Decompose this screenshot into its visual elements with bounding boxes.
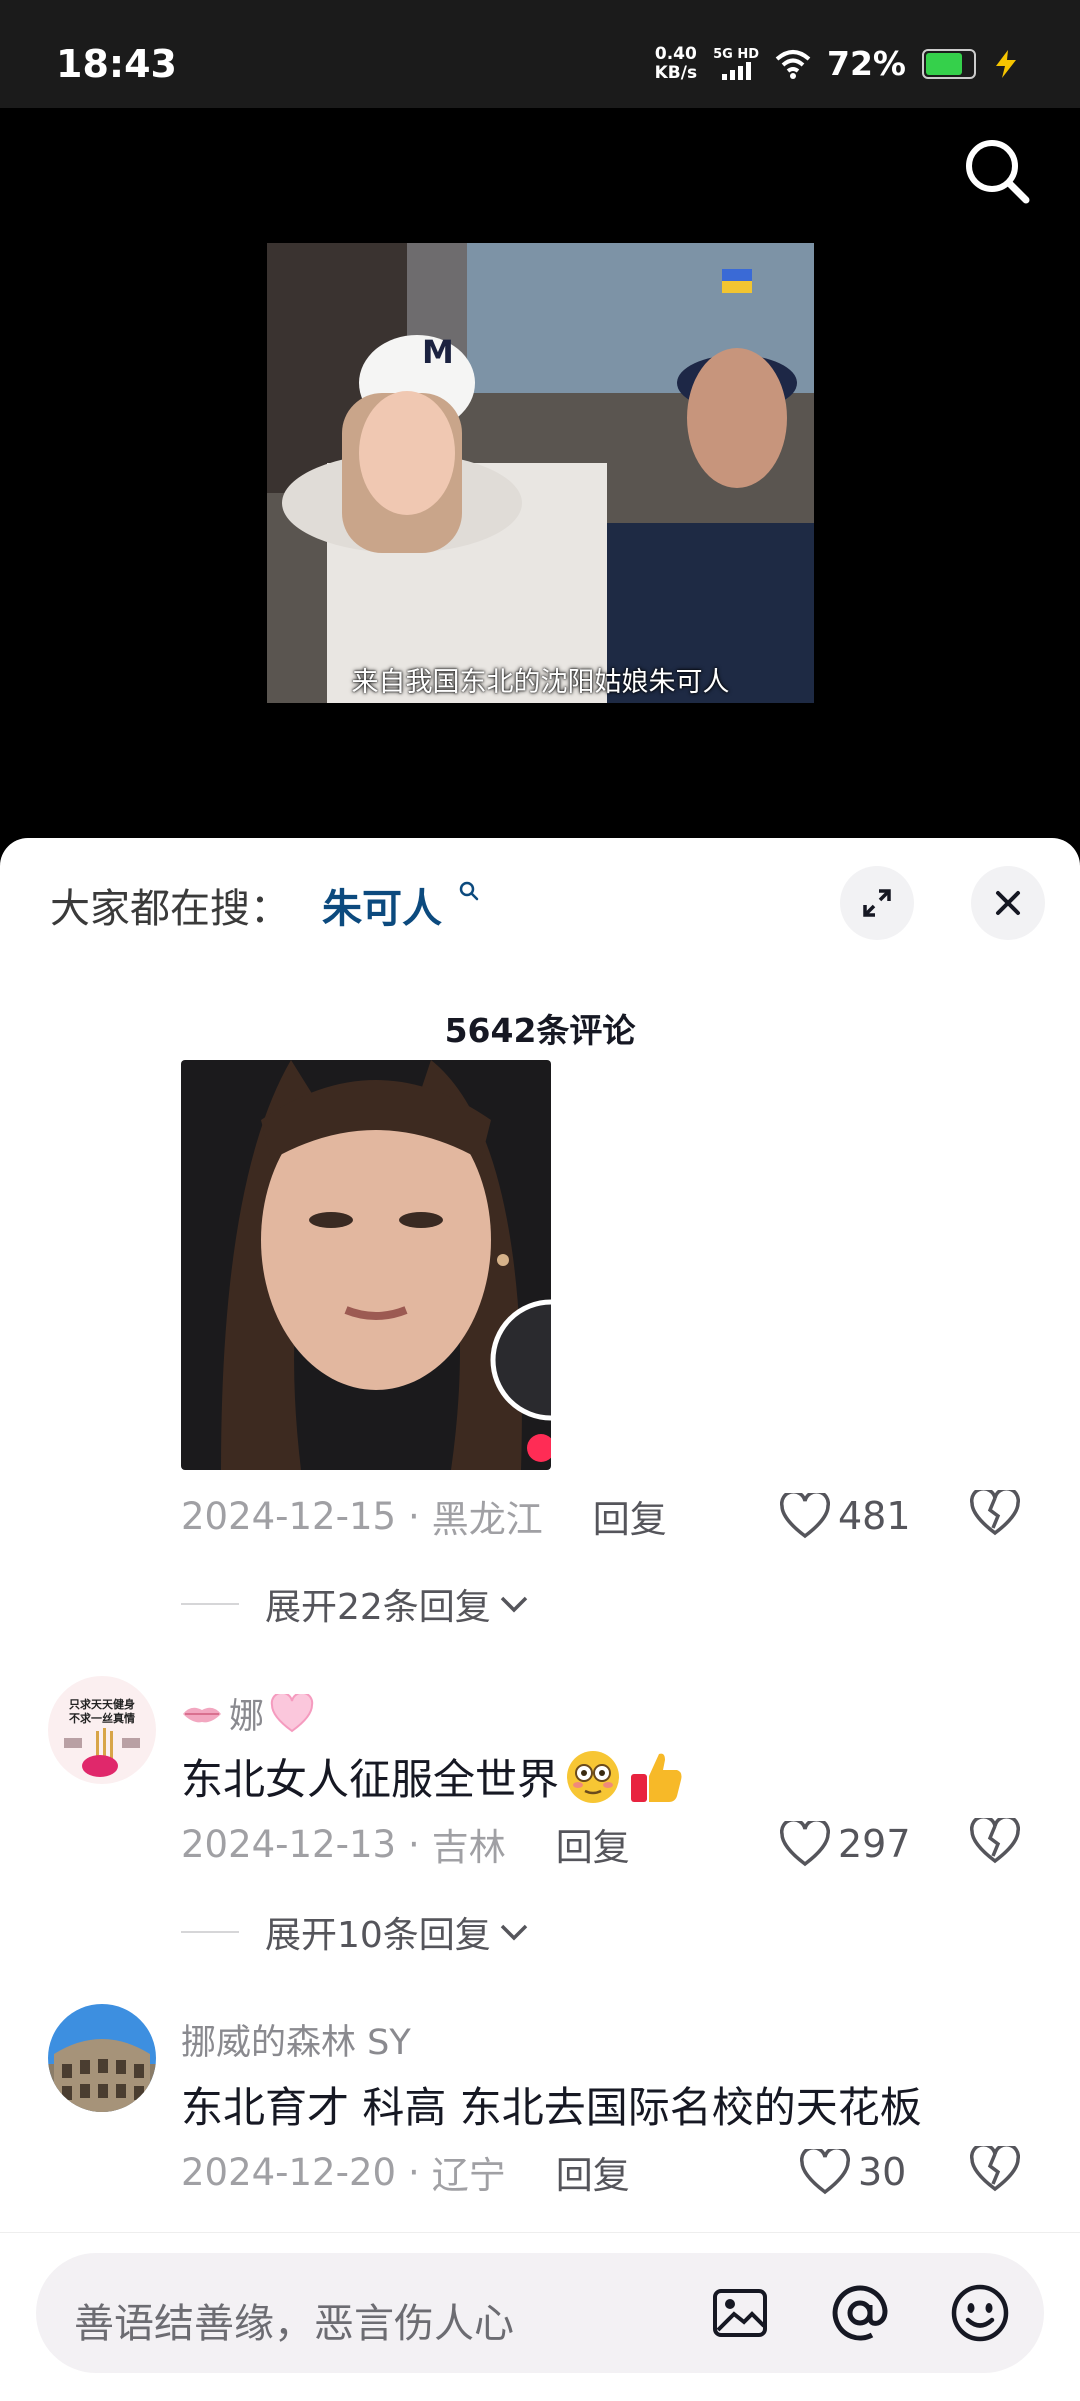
comment-body: 东北育才 科高 东北去国际名校的天花板 [181,2083,922,2132]
like-count: 481 [838,1494,911,1538]
reply-button[interactable]: 回复 [556,1817,630,1871]
search-icon [459,881,479,901]
hot-search-link[interactable]: 朱可人 [322,876,442,934]
at-sign-icon [832,2285,888,2341]
broken-heart-icon [969,1487,1021,1536]
comment-date: 2024-12-15 [181,1494,397,1538]
dislike-button[interactable] [969,1487,1021,1540]
avatar-image: 只求天天健身 不求一丝真情 [48,1676,156,1784]
lips-icon [183,1707,221,1722]
comment-body: 东北女人征服全世界 [181,1755,560,1804]
smiley-icon [951,2284,1009,2342]
comment-location: 黑龙江 [431,1498,543,1541]
video-subtitle: 来自我国东北的沈阳姑娘朱可人 [351,667,730,698]
username-text: 挪威的森林 SY [181,2023,411,2063]
network-speed-value: 0.40 [654,43,697,64]
comment-meta: 2024-12-15 · 黑龙江 回复 [181,1486,667,1546]
reply-button[interactable]: 回复 [593,1489,667,1543]
comment-text: 东北女人征服全世界 [181,1746,685,1807]
comment-username[interactable]: 挪威的森林 SY [181,2014,411,2065]
like-button[interactable]: 481 [780,1486,911,1546]
network-speed-unit: KB/s [654,62,698,83]
comment-text: 东北育才 科高 东北去国际名校的天花板 [181,2074,922,2135]
dislike-button[interactable] [969,1815,1021,1868]
avatar[interactable]: 只求天天健身 不求一丝真情 [48,1676,156,1784]
broken-heart-icon [969,2143,1021,2192]
search-icon [966,140,1030,204]
comment-meta: 2024-12-20 · 辽宁 回复 [181,2142,630,2202]
comment-input-bar: 善语结善缘，恶言伤人心 [0,2232,1080,2401]
avatar-text: 只求天天健身 [69,1697,135,1711]
network-type: 5G HD [713,47,759,62]
expand-replies-label: 展开10条回复 [265,1915,491,1956]
wifi-icon [775,49,811,79]
comment-panel: 大家都在搜： 朱可人 5642条评论 2024-12-15 · 黑龙江 回复 4… [0,838,1080,2400]
dislike-button[interactable] [969,2143,1021,2196]
broken-heart-icon [969,1815,1021,1864]
network-speed: 0.40 KB/s [654,43,698,83]
comment-count: 5642条评论 [444,1011,636,1050]
video-player[interactable]: M 来自我国东北的沈阳姑娘朱可人 [0,108,1080,838]
comment-location: 吉林 [431,1826,506,1869]
comment-image[interactable] [181,1060,551,1470]
battery-percent: 72% [827,44,906,83]
avatar-image [48,2004,156,2112]
comment-meta: 2024-12-13 · 吉林 回复 [181,1814,630,1874]
comment-photo [181,1060,551,1470]
comment-input[interactable]: 善语结善缘，恶言伤人心 [36,2253,1044,2373]
expand-icon [863,889,891,917]
like-button[interactable]: 297 [780,1814,911,1874]
close-button[interactable] [971,866,1045,940]
comment-date: 2024-12-20 [181,2150,397,2194]
like-count: 30 [858,2150,907,2194]
status-time: 18:43 [56,42,177,86]
chevron-down-icon [500,1596,528,1613]
status-indicators: 0.40 KB/s 5G HD 72% [655,44,1020,83]
comment-username[interactable]: 娜 [181,1688,314,1739]
expand-replies-button[interactable]: 展开22条回复 [181,1578,531,1630]
flushed-face-emoji-icon [567,1750,620,1803]
svg-text:M: M [422,333,454,371]
status-bar: 18:43 0.40 KB/s 5G HD 72% [0,0,1080,108]
battery-icon [922,48,976,79]
comment-location: 辽宁 [431,2154,506,2197]
heart-icon [270,1693,314,1732]
expand-replies-button[interactable]: 展开10条回复 [181,1906,531,1958]
like-button[interactable]: 30 [800,2142,906,2202]
search-button[interactable] [952,126,1042,216]
avatar-text: 不求一丝真情 [69,1711,135,1725]
heart-icon [800,2149,850,2195]
mention-button[interactable] [830,2283,890,2343]
username-text: 娜 [229,1697,265,1737]
heart-icon [780,1493,830,1539]
video-frame[interactable]: M 来自我国东北的沈阳姑娘朱可人 [267,243,814,703]
heart-icon [780,1821,830,1867]
expand-replies-label: 展开22条回复 [265,1587,491,1628]
like-count: 297 [838,1822,911,1866]
comment-date: 2024-12-13 [181,1822,397,1866]
avatar[interactable] [48,2004,156,2112]
fullscreen-button[interactable] [840,866,914,940]
chevron-down-icon [500,1924,528,1941]
reply-button[interactable]: 回复 [556,2145,630,2199]
cellular-signal-icon: 5G HD [713,47,759,80]
hot-search-prefix: 大家都在搜： [50,886,290,932]
emoji-button[interactable] [950,2283,1010,2343]
thumbs-up-emoji-icon [631,1753,682,1802]
charging-icon [996,49,1016,78]
close-icon [996,891,1020,915]
comment-input-placeholder: 善语结善缘，恶言伤人心 [74,2301,514,2347]
video-thumbnail-image: M [267,243,814,703]
image-icon [713,2289,767,2337]
panel-header: 大家都在搜： 朱可人 [0,838,1080,968]
image-button[interactable] [710,2283,770,2343]
